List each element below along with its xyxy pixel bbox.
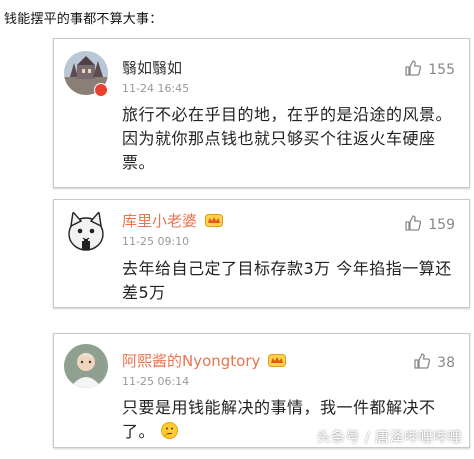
thumbs-up-icon <box>404 59 422 81</box>
thumbs-up-icon <box>404 214 422 236</box>
avatar[interactable] <box>64 208 108 252</box>
comment-time: 11-25 09:10 <box>122 235 190 248</box>
comment-card: 翳如翳如 11-24 16:45 155 旅行不必在乎目的地，在乎的是沿途的风景… <box>53 38 470 188</box>
username[interactable]: 阿熙酱的Nyongtory <box>122 350 287 371</box>
like-button[interactable]: 159 <box>404 214 455 236</box>
watermark: 头条号 / 唐泽哔哩哔哩 <box>316 430 462 446</box>
comment-card: 库里小老婆 11-25 09:10 159 去年给自己定了目标存款3万 今年掐指… <box>53 199 470 308</box>
page-title: 钱能摆平的事都不算大事： <box>4 12 163 27</box>
avatar[interactable] <box>64 344 108 388</box>
verified-badge-icon <box>94 83 108 97</box>
like-count: 155 <box>428 62 455 78</box>
vip-crown-icon <box>204 213 223 227</box>
thumbs-up-icon <box>413 352 431 374</box>
thinking-face-icon <box>160 422 178 439</box>
like-button[interactable]: 155 <box>404 59 455 81</box>
like-button[interactable]: 38 <box>413 352 455 374</box>
comment-time: 11-25 06:14 <box>122 375 190 388</box>
comment-time: 11-24 16:45 <box>122 82 190 95</box>
vip-crown-icon <box>268 353 287 367</box>
username[interactable]: 翳如翳如 <box>122 57 182 78</box>
like-count: 38 <box>437 355 455 371</box>
comment-text: 去年给自己定了目标存款3万 今年掐指一算还差5万 <box>122 259 452 302</box>
username[interactable]: 库里小老婆 <box>122 210 223 231</box>
comment-text: 旅行不必在乎目的地，在乎的是沿途的风景。因为就你那点钱也就只够买个往返火车硬座票… <box>122 105 453 172</box>
like-count: 159 <box>428 217 455 233</box>
